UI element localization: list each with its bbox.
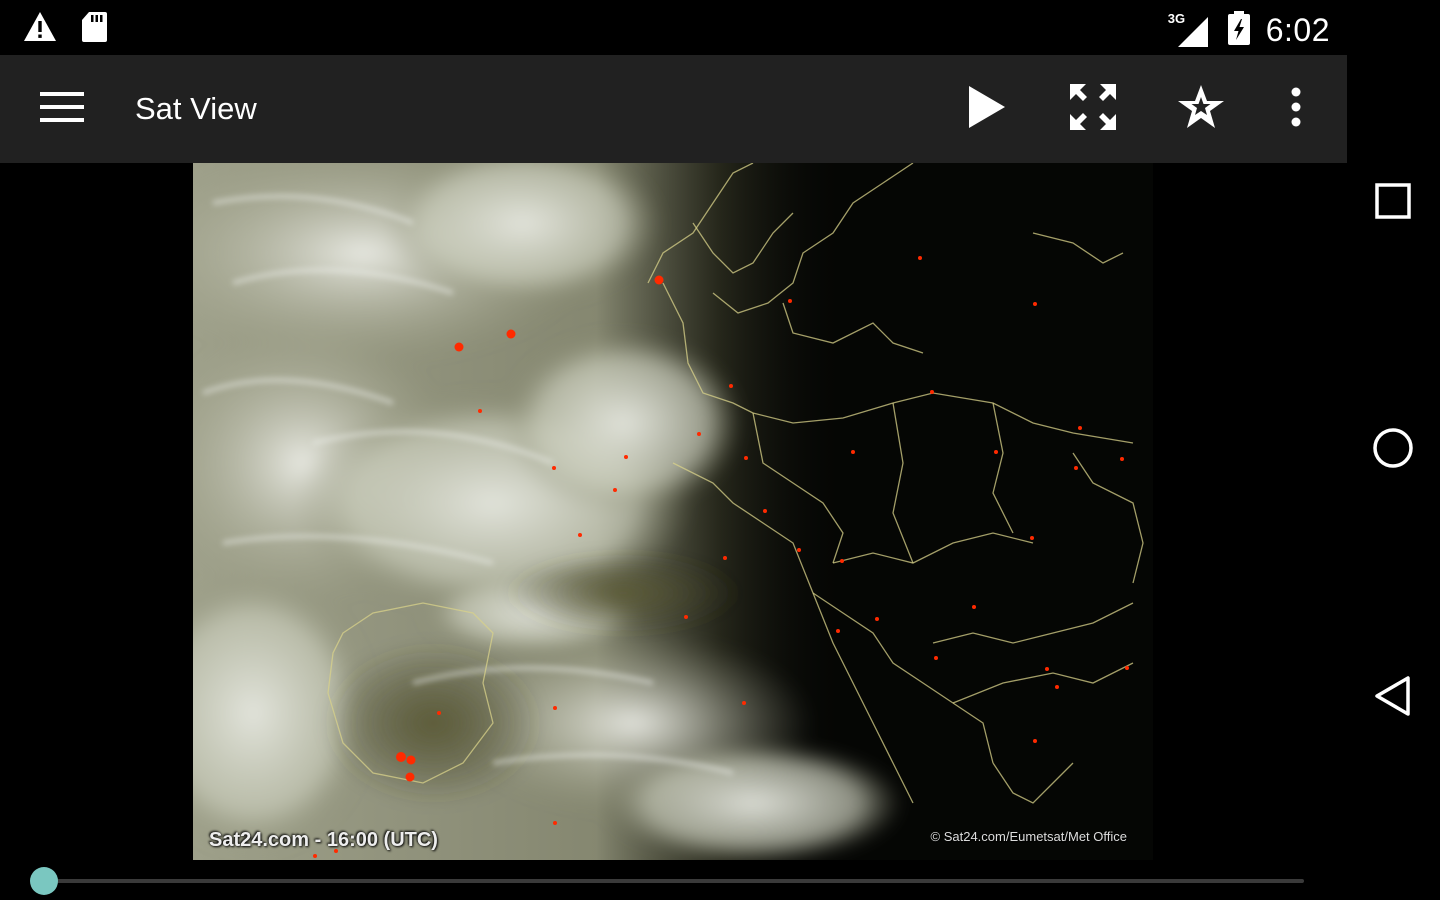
timeline-slider[interactable] [30,867,1304,895]
satellite-map [193,163,1153,860]
play-icon [963,83,1007,136]
warning-icon [22,10,58,49]
back-button[interactable] [1365,670,1421,726]
navigation-bar [1347,55,1440,900]
star-icon [1176,83,1226,136]
more-options-button[interactable] [1266,79,1326,139]
recents-icon [1375,182,1411,224]
image-caption: Sat24.com - 16:00 (UTC) [209,829,438,851]
signal-icon: 3G [1168,11,1212,49]
sd-card-icon [80,10,108,49]
status-notifications [22,10,108,49]
status-system: 3G 6:02 [1168,10,1330,51]
app-toolbar: Sat View [0,55,1347,163]
image-copyright: © Sat24.com/Eumetsat/Met Office [930,829,1127,844]
satellite-image[interactable]: Sat24.com - 16:00 (UTC) © Sat24.com/Eume… [193,163,1153,860]
slider-thumb[interactable] [30,867,58,895]
slider-track [44,879,1304,883]
home-button[interactable] [1365,422,1421,478]
clock: 6:02 [1265,12,1330,48]
recents-button[interactable] [1365,175,1421,231]
menu-button[interactable] [30,81,94,137]
more-vert-icon [1290,86,1302,133]
menu-icon [40,90,84,129]
fullscreen-button[interactable] [1063,79,1123,139]
page-title: Sat View [135,91,257,126]
status-bar: 3G 6:02 [0,0,1440,55]
home-icon [1372,427,1414,474]
favorite-button[interactable] [1171,79,1231,139]
battery-icon [1226,10,1252,51]
play-button[interactable] [955,79,1015,139]
fullscreen-icon [1068,82,1118,137]
back-icon [1374,675,1412,722]
